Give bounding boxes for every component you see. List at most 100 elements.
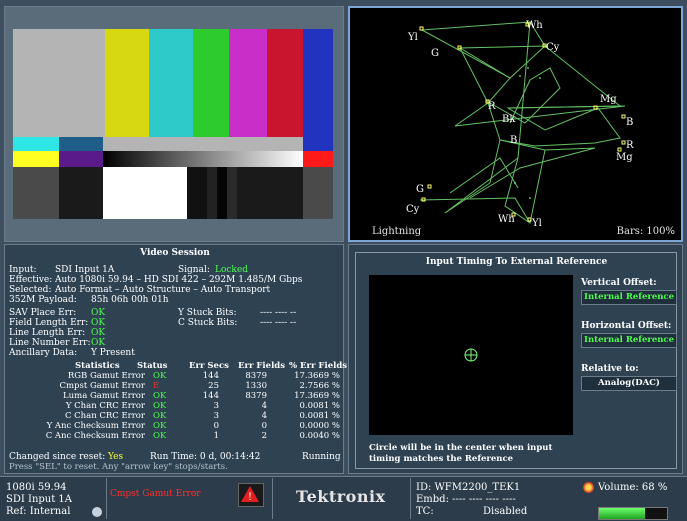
stat-secs: 3: [213, 411, 219, 421]
volume-meter-fill: [599, 508, 646, 519]
stat-pct: 0.0000 %: [299, 421, 340, 431]
col-statistics: Statistics: [75, 361, 120, 371]
bottom-white: [103, 167, 187, 219]
row2-blue-right: [303, 137, 333, 151]
color-bars-panel[interactable]: [4, 6, 344, 242]
table-row: Y Anc Checksum Error OK 0 0 0.0000 %: [5, 421, 345, 431]
stat-pct: 17.3669 %: [294, 391, 340, 401]
stat-pct: 0.0081 %: [299, 411, 340, 421]
stat-name: C Anc Checksum Error: [45, 431, 145, 441]
session-title: Video Session: [140, 248, 210, 258]
status-bar: 1080i 59.94 SDI Input 1A Ref: Internal C…: [0, 476, 687, 521]
linenum-value: OK: [91, 338, 106, 348]
input-label: Input:: [9, 265, 37, 275]
line-value: OK: [91, 328, 106, 338]
timing-note: Circle will be in the center when input …: [369, 443, 553, 464]
ystuck-label: Y Stuck Bits:: [178, 308, 237, 318]
label-b-right: B: [626, 117, 633, 128]
table-row: RGB Gamut Error OK 144 8379 17.3669 %: [5, 371, 345, 381]
volume-label: Volume: 68 %: [598, 482, 668, 493]
relative-to-label: Relative to:: [581, 364, 639, 374]
stat-fields: 4: [261, 401, 267, 411]
bottom-black-2: [237, 167, 303, 219]
stat-name: Y Chan CRC Error: [65, 401, 145, 411]
bar-green: [193, 29, 229, 137]
cstuck-label: C Stuck Bits:: [178, 318, 238, 328]
stat-name: RGB Gamut Error: [67, 371, 145, 381]
linenum-label: Line Number Err:: [9, 338, 91, 348]
bottom-black-1: [59, 167, 103, 219]
status-divider-1: [106, 478, 107, 519]
stat-name: Luma Gamut Error: [63, 391, 145, 401]
label-cy-top: Cy: [546, 42, 560, 53]
timing-title: Input Timing To External Reference: [425, 257, 608, 267]
changed-value: Yes: [108, 452, 124, 462]
stat-fields: 4: [261, 411, 267, 421]
row3-yellow: [13, 151, 59, 167]
running-status: Running: [302, 452, 341, 462]
label-yl-top: Yl: [407, 32, 418, 43]
stat-pct: 17.3669 %: [294, 371, 340, 381]
lightning-title: Lightning: [372, 226, 422, 237]
stat-secs: 1: [213, 431, 219, 441]
selected-value: Auto Format – Auto Structure – Auto Tran…: [55, 285, 271, 295]
anc-value: Y Present: [91, 348, 135, 358]
alarm-message[interactable]: Cmpst Gamut Error: [110, 489, 201, 499]
pluge-1: [187, 167, 207, 219]
tc-label: TC:: [416, 506, 434, 517]
volume-icon: [583, 482, 594, 493]
horizontal-offset-label: Horizontal Offset:: [581, 321, 672, 331]
bar-gray: [13, 29, 59, 137]
warning-icon: !: [238, 483, 264, 507]
video-session-panel[interactable]: Video Session Input: SDI Input 1A Signal…: [4, 244, 348, 474]
table-row: C Chan CRC Error OK 3 4 0.0081 %: [5, 411, 345, 421]
stat-name: Cmpst Gamut Error: [59, 381, 145, 391]
stat-status: E: [153, 381, 160, 391]
row2-gray: [103, 137, 303, 151]
label-mg-right2: Mg: [616, 152, 633, 163]
stat-fields: 0: [261, 421, 267, 431]
stat-status: OK: [153, 401, 167, 411]
instrument-id: ID: WFM2200_TEK1: [416, 482, 521, 493]
lightning-panel[interactable]: Yl Wh Cy G Mg B R Bk B R Mg G Cy Wh Yl L…: [348, 6, 683, 242]
cstuck-value: ---- ---- --: [260, 318, 297, 328]
vertical-offset-label: Vertical Offset:: [581, 278, 657, 288]
row3-red: [303, 151, 333, 167]
stat-secs: 3: [213, 401, 219, 411]
svg-text:!: !: [248, 492, 252, 503]
stat-status: OK: [153, 371, 167, 381]
reset-hint: Press "SEL" to reset. Any "arrow key" st…: [9, 462, 228, 472]
row2-cyan: [13, 137, 59, 151]
stat-name: C Chan CRC Error: [64, 411, 145, 421]
row3-violet: [59, 151, 103, 167]
stat-secs: 144: [202, 391, 219, 401]
effective-label: Effective:: [9, 275, 53, 285]
stats-table: Statistics Status Err Secs Err Fields % …: [5, 361, 348, 451]
table-row: Luma Gamut Error OK 144 8379 17.3669 %: [5, 391, 345, 401]
volume-meter[interactable]: [598, 507, 668, 520]
bars-label: Bars: 100%: [616, 226, 675, 237]
label-b-mid: B: [510, 135, 517, 146]
col-pcterr: % Err Fields: [289, 361, 348, 371]
status-divider-3: [410, 478, 411, 519]
embd-audio: Embd: ---- ---- ---- ----: [416, 494, 516, 505]
sav-value: OK: [91, 308, 106, 318]
label-mg-right: Mg: [600, 94, 617, 105]
label-yl-bottom: Yl: [531, 218, 542, 229]
label-bk: Bk: [502, 114, 516, 125]
stat-secs: 144: [202, 371, 219, 381]
signal-label: Signal:: [178, 265, 210, 275]
label-g-bottom: G: [416, 184, 424, 195]
row3-ramp: [103, 151, 303, 167]
runtime-label: Run Time: 0 d, 00:14:42: [150, 452, 261, 462]
field-label: Field Length Err:: [9, 318, 89, 328]
bar-yellow: [105, 29, 149, 137]
input-timing-panel[interactable]: Input Timing To External Reference Verti…: [348, 244, 683, 474]
label-r-right: R: [626, 140, 634, 151]
horizontal-offset-value: Internal Reference: [581, 333, 677, 348]
bottom-gray-1: [13, 167, 59, 219]
col-errsecs: Err Secs: [189, 361, 229, 371]
col-status: Status: [137, 361, 168, 371]
ref-indicator-icon: [92, 507, 102, 517]
effective-value: Auto 1080i 59.94 – HD SDI 422 – 292M 1.4…: [55, 275, 303, 285]
